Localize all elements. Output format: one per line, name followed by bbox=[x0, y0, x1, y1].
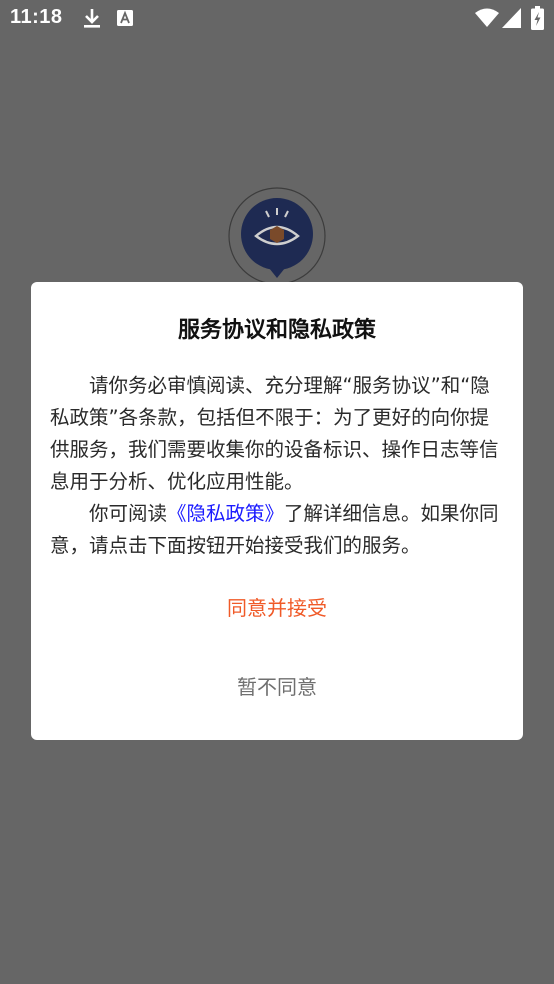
wifi-icon bbox=[475, 8, 499, 27]
dialog-title: 服务协议和隐私政策 bbox=[177, 318, 376, 343]
dialog-body: 请你务必审慎阅读、充分理解“服务协议”和“隐私政策”各条款，包括但不限于：为了更… bbox=[50, 370, 506, 562]
status-time: 11:18 bbox=[10, 6, 63, 28]
privacy-policy-link[interactable]: 《隐私政策》 bbox=[167, 502, 284, 525]
status-bar: 11:18 bbox=[0, 0, 554, 38]
cell-signal-icon bbox=[502, 8, 521, 28]
policy-text-before: 你可阅读 bbox=[89, 502, 168, 525]
accept-button[interactable]: 同意并接受 bbox=[177, 588, 377, 628]
download-icon bbox=[84, 9, 100, 28]
font-a-icon bbox=[117, 10, 133, 26]
policy-paragraph: 你可阅读《隐私政策》了解详细信息。如果你同意，请点击下面按钮开始接受我们的服务。 bbox=[50, 498, 506, 562]
battery-charging-icon bbox=[531, 6, 544, 30]
decline-button[interactable]: 暂不同意 bbox=[177, 667, 377, 707]
privacy-dialog: 服务协议和隐私政策 请你务必审慎阅读、充分理解“服务协议”和“隐私政策”各条款，… bbox=[31, 282, 523, 740]
terms-paragraph: 请你务必审慎阅读、充分理解“服务协议”和“隐私政策”各条款，包括但不限于：为了更… bbox=[50, 374, 499, 493]
eye-logo-icon bbox=[228, 187, 326, 285]
